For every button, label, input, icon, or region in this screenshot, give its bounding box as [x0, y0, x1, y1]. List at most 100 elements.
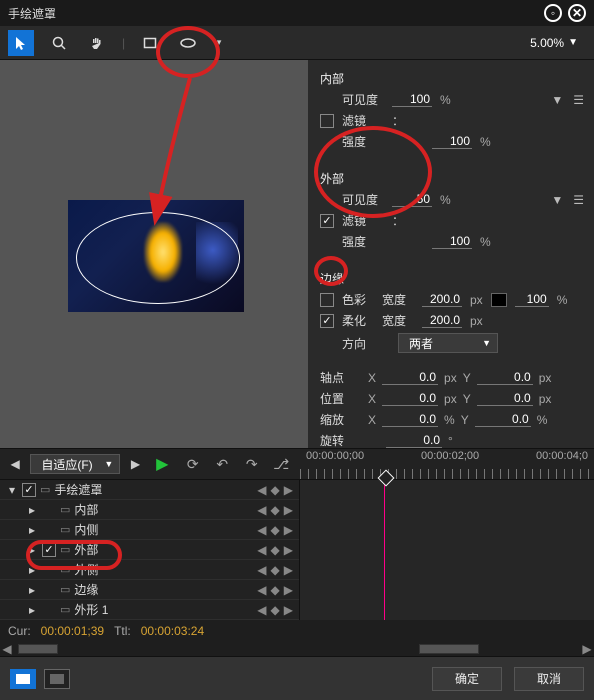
section-edge-title: 边缘: [320, 270, 584, 287]
hscroll-thumb-left[interactable]: [18, 644, 58, 654]
kf-next[interactable]: ▶: [284, 583, 293, 597]
layout-mode-a[interactable]: [10, 669, 36, 689]
preview-pane[interactable]: [0, 60, 308, 448]
graph-button[interactable]: ⎇: [270, 453, 292, 475]
kf-prev[interactable]: ◀: [257, 543, 266, 557]
outer-filter-checkbox[interactable]: ✓: [320, 214, 334, 228]
layout-mode-b[interactable]: [44, 669, 70, 689]
kf-next[interactable]: ▶: [284, 523, 293, 537]
help-button[interactable]: ◦: [544, 4, 562, 22]
ok-button[interactable]: 确定: [432, 667, 502, 691]
tool-pointer[interactable]: [8, 30, 34, 56]
kf-next[interactable]: ▶: [284, 543, 293, 557]
kf-next[interactable]: ▶: [284, 603, 293, 617]
kf-next[interactable]: ▶: [284, 503, 293, 517]
kf-prev[interactable]: ◀: [257, 503, 266, 517]
track-row[interactable]: ▸ ▭ 边缘 ◀◆▶: [0, 580, 299, 600]
tool-ellipse-dropdown[interactable]: ▾: [213, 30, 225, 56]
playhead[interactable]: [384, 480, 385, 620]
expand-icon[interactable]: ▾: [6, 483, 18, 497]
mask-ellipse[interactable]: [76, 212, 240, 304]
expand-icon[interactable]: ▸: [26, 503, 38, 517]
hscroll-right[interactable]: ▶: [580, 642, 594, 656]
timeline-fit-label: 自适应(F): [41, 456, 92, 473]
anchor-y[interactable]: 0.0: [477, 370, 533, 385]
track-row[interactable]: ▸ ▭ 内侧 ◀◆▶: [0, 520, 299, 540]
expand-icon[interactable]: ▸: [26, 603, 38, 617]
close-button[interactable]: ✕: [568, 4, 586, 22]
tool-rect[interactable]: [137, 30, 163, 56]
expand-icon[interactable]: ▸: [26, 523, 38, 537]
position-x[interactable]: 0.0: [382, 391, 438, 406]
expand-icon[interactable]: ▸: [26, 583, 38, 597]
outer-visibility-value[interactable]: 50: [392, 192, 432, 207]
redo-button[interactable]: ↷: [241, 453, 263, 475]
clip-icon: ▭: [60, 563, 70, 576]
loop-button[interactable]: ⟳: [182, 453, 204, 475]
kf-prev[interactable]: ◀: [257, 523, 266, 537]
cancel-button[interactable]: 取消: [514, 667, 584, 691]
kf-next[interactable]: ▶: [284, 563, 293, 577]
edge-color-swatch[interactable]: [491, 293, 507, 307]
filter-icon[interactable]: ▼: [551, 193, 563, 207]
hscroll-thumb-right[interactable]: [419, 644, 479, 654]
kf-add[interactable]: ◆: [271, 483, 280, 497]
kf-next[interactable]: ▶: [284, 483, 293, 497]
edge-percent-value[interactable]: 100: [515, 292, 549, 307]
rotate-label: 旋转: [320, 432, 362, 449]
kf-add[interactable]: ◆: [271, 543, 280, 557]
edge-width2-value[interactable]: 200.0: [422, 313, 462, 328]
track-checkbox[interactable]: ✓: [42, 543, 56, 557]
kf-prev[interactable]: ◀: [257, 603, 266, 617]
timeline-canvas[interactable]: [300, 480, 594, 620]
timeline-fit-select[interactable]: 自适应(F) ▼: [30, 454, 120, 474]
anchor-x[interactable]: 0.0: [382, 370, 438, 385]
kf-add[interactable]: ◆: [271, 523, 280, 537]
inner-strength-value[interactable]: 100: [432, 134, 472, 149]
tool-zoom[interactable]: [46, 30, 72, 56]
track-row[interactable]: ▸ ▭ 内部 ◀◆▶: [0, 500, 299, 520]
inner-visibility-value[interactable]: 100: [392, 92, 432, 107]
kf-add[interactable]: ◆: [271, 603, 280, 617]
timeline-next[interactable]: ▶: [128, 457, 142, 471]
track-row[interactable]: ▸ ✓ ▭ 外部 ◀◆▶: [0, 540, 299, 560]
unit-px: px: [539, 371, 552, 385]
track-row[interactable]: ▸ ▭ 外侧 ◀◆▶: [0, 560, 299, 580]
hscroll-left[interactable]: ◀: [0, 642, 14, 656]
timeline-prev[interactable]: ◀: [8, 457, 22, 471]
unit-px: px: [444, 371, 457, 385]
edge-color-checkbox[interactable]: [320, 293, 334, 307]
kf-add[interactable]: ◆: [271, 563, 280, 577]
position-y[interactable]: 0.0: [477, 391, 533, 406]
y-label: Y: [463, 392, 471, 406]
zoom-select[interactable]: 5.00% ▼: [530, 36, 578, 50]
scale-y[interactable]: 0.0: [475, 412, 531, 427]
expand-icon[interactable]: ▸: [26, 543, 38, 557]
timeline-ruler[interactable]: 00:00:00;00 00:00:02;00 00:00:04;0: [300, 449, 594, 479]
list-icon[interactable]: ☰: [573, 93, 584, 107]
tool-ellipse[interactable]: [175, 30, 201, 56]
kf-add[interactable]: ◆: [271, 503, 280, 517]
undo-button[interactable]: ↶: [211, 453, 233, 475]
kf-prev[interactable]: ◀: [257, 483, 266, 497]
zoom-value: 5.00%: [530, 36, 564, 50]
rotate-value[interactable]: 0.0: [386, 433, 442, 448]
kf-prev[interactable]: ◀: [257, 563, 266, 577]
tool-hand[interactable]: [84, 30, 110, 56]
track-row[interactable]: ▾ ✓ ▭ 手绘遮罩 ◀◆▶: [0, 480, 299, 500]
track-checkbox[interactable]: ✓: [22, 483, 36, 497]
outer-strength-value[interactable]: 100: [432, 234, 472, 249]
edge-width1-value[interactable]: 200.0: [422, 292, 462, 307]
list-icon[interactable]: ☰: [573, 193, 584, 207]
edge-soften-checkbox[interactable]: ✓: [320, 314, 334, 328]
y-label: Y: [463, 371, 471, 385]
inner-filter-checkbox[interactable]: [320, 114, 334, 128]
expand-icon[interactable]: ▸: [26, 563, 38, 577]
play-button[interactable]: ▶: [151, 453, 174, 475]
edge-direction-select[interactable]: 两者 ▼: [398, 333, 498, 353]
scale-x[interactable]: 0.0: [382, 412, 438, 427]
kf-add[interactable]: ◆: [271, 583, 280, 597]
kf-prev[interactable]: ◀: [257, 583, 266, 597]
track-row[interactable]: ▸ ▭ 外形 1 ◀◆▶: [0, 600, 299, 620]
filter-icon[interactable]: ▼: [551, 93, 563, 107]
